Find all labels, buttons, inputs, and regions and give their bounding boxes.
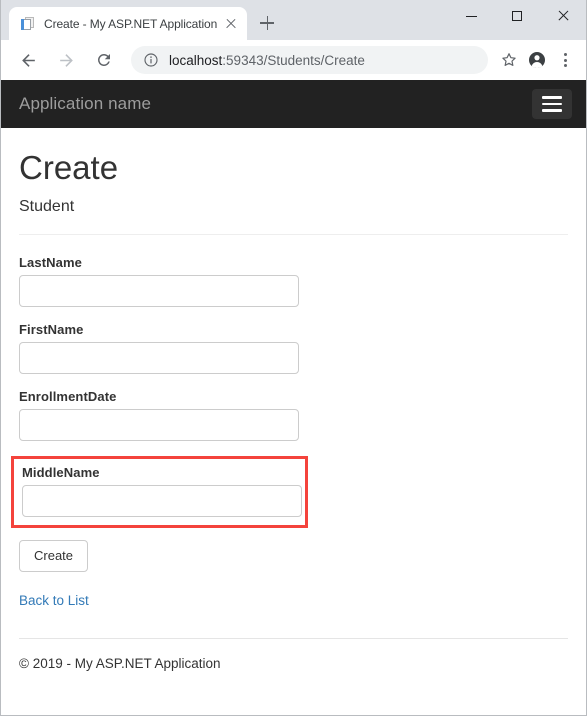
lastname-label: LastName — [19, 254, 82, 270]
page-title: Create — [19, 149, 119, 186]
page-viewport: Application name Create Student LastName… — [1, 80, 586, 715]
toolbar-actions — [494, 47, 578, 73]
back-arrow-icon[interactable] — [14, 46, 42, 74]
back-link-wrapper: Back to List — [19, 592, 568, 610]
firstname-label: FirstName — [19, 321, 84, 337]
close-icon[interactable] — [540, 0, 586, 32]
window-controls — [448, 0, 586, 32]
lastname-input[interactable] — [19, 274, 299, 307]
site-navbar: Application name — [1, 80, 586, 128]
create-button[interactable]: Create — [19, 539, 89, 573]
address-bar[interactable]: localhost:59343/Students/Create — [131, 46, 488, 74]
form-group-middlename-highlighted: MiddleName — [11, 455, 308, 528]
site-footer: © 2019 - My ASP.NET Application — [19, 638, 568, 671]
form-group-firstname: FirstName — [19, 322, 568, 374]
middlename-input[interactable] — [22, 484, 302, 517]
close-icon[interactable] — [223, 16, 239, 32]
back-to-list-link[interactable]: Back to List — [19, 593, 89, 608]
tab-strip: Create - My ASP.NET Application — [1, 0, 586, 40]
firstname-input[interactable] — [19, 341, 299, 374]
document-page-icon — [20, 16, 36, 32]
browser-window: Create - My ASP.NET Application localhos… — [0, 0, 587, 716]
page-subtitle: Student — [19, 198, 75, 216]
middlename-label: MiddleName — [22, 464, 100, 480]
tab-title: Create - My ASP.NET Application — [44, 16, 218, 31]
footer-copyright: © 2019 - My ASP.NET Application — [19, 656, 221, 672]
url-path: :59343/Students/Create — [222, 52, 365, 68]
enrollmentdate-input[interactable] — [19, 408, 299, 441]
forward-arrow-icon — [52, 46, 80, 74]
form-group-lastname: LastName — [19, 255, 568, 307]
maximize-icon[interactable] — [494, 0, 540, 32]
navbar-brand[interactable]: Application name — [19, 94, 151, 114]
url-text: localhost:59343/Students/Create — [169, 53, 365, 68]
reload-icon[interactable] — [90, 46, 118, 74]
enrollmentdate-label: EnrollmentDate — [19, 388, 117, 404]
browser-tab[interactable]: Create - My ASP.NET Application — [9, 7, 248, 40]
create-student-form: LastName FirstName EnrollmentDate Middle… — [11, 255, 568, 573]
plus-icon[interactable] — [253, 9, 281, 37]
form-group-enrollmentdate: EnrollmentDate — [19, 389, 568, 441]
info-circle-icon[interactable] — [143, 52, 159, 68]
hamburger-menu-icon[interactable] — [532, 89, 572, 119]
browser-toolbar: localhost:59343/Students/Create — [1, 40, 586, 80]
three-dots-menu-icon[interactable] — [552, 47, 578, 73]
content-container: Create Student LastName FirstName Enroll… — [1, 149, 586, 671]
section-divider — [19, 233, 568, 235]
star-icon[interactable] — [496, 47, 522, 73]
minimize-icon[interactable] — [448, 0, 494, 32]
url-host: localhost — [169, 52, 223, 68]
profile-avatar-icon[interactable] — [524, 47, 550, 73]
